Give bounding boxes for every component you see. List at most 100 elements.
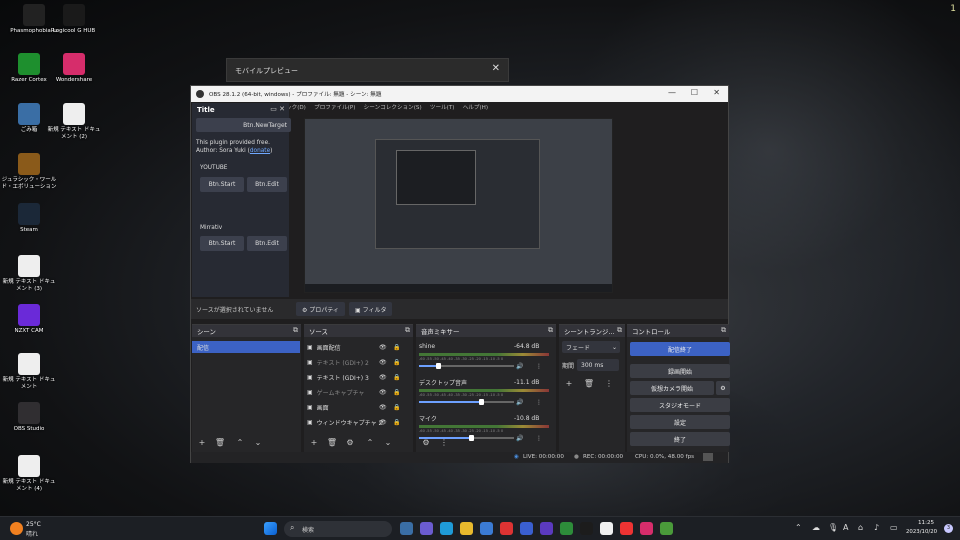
trash-icon[interactable]: 🗑	[583, 377, 595, 389]
eye-icon[interactable]: 👁	[379, 344, 387, 351]
tiktok-icon[interactable]	[640, 522, 653, 535]
move-up-icon[interactable]: ⌃	[364, 436, 376, 448]
menu-dots-icon[interactable]: ⋮	[536, 396, 542, 408]
chrome-icon[interactable]	[660, 522, 673, 535]
desktop-icon[interactable]: 新規 テキスト ドキュメント (3)	[0, 255, 58, 293]
desktop-icon[interactable]: 新規 テキスト ドキュメント (2)	[45, 103, 103, 141]
menu-dots-icon[interactable]: ⋮	[603, 377, 615, 389]
mirrativ-start-button[interactable]: Btn.Start	[200, 236, 244, 251]
move-down-icon[interactable]: ⌄	[252, 436, 264, 448]
maximize-icon[interactable]: ☐	[691, 88, 698, 97]
undock-icon[interactable]: ⧉	[293, 326, 298, 335]
trash-icon[interactable]: 🗑	[214, 436, 226, 448]
lock-icon[interactable]: 🔒	[393, 389, 400, 396]
add-icon[interactable]: +	[563, 377, 575, 389]
source-item[interactable]: ▣ ゲームキャプチャ 👁 🔒	[307, 386, 407, 398]
settings-button[interactable]: 設定	[630, 415, 730, 429]
move-down-icon[interactable]: ⌄	[382, 436, 394, 448]
obs-icon[interactable]	[580, 522, 593, 535]
vscode-icon[interactable]	[540, 522, 553, 535]
close-icon[interactable]: ✕	[713, 88, 720, 97]
mail-icon[interactable]	[480, 522, 493, 535]
start-virtual-camera-button[interactable]: 仮想カメラ開始	[630, 381, 714, 395]
youtube-edit-button[interactable]: Btn.Edit	[247, 177, 287, 192]
start-record-button[interactable]: 録画開始	[630, 364, 730, 378]
gear-icon[interactable]: ⚙	[716, 381, 730, 395]
speaker-icon[interactable]: 🔊	[516, 432, 523, 444]
weather-icon[interactable]	[10, 522, 23, 535]
add-icon[interactable]: +	[196, 436, 208, 448]
dock-float-icon[interactable]: ▭ ✕	[270, 105, 285, 113]
source-item[interactable]: ▣ 画面 👁 🔒	[307, 401, 407, 413]
title-bar[interactable]: OBS 28.1.2 (64-bit, windows) - プロファイル: 無…	[191, 86, 728, 102]
new-target-button[interactable]: Btn.NewTarget	[196, 118, 291, 132]
add-icon[interactable]: +	[308, 436, 320, 448]
exit-button[interactable]: 終了	[630, 432, 730, 446]
trash-icon[interactable]: 🗑	[326, 436, 338, 448]
volume-slider[interactable]	[419, 435, 514, 441]
eye-icon[interactable]: 👁	[379, 419, 387, 426]
source-item[interactable]: ▣ テキスト (GDI+) 3 👁 🔒	[307, 371, 407, 383]
network-icon[interactable]: ⌂	[858, 523, 863, 532]
minecraft-icon[interactable]	[560, 522, 573, 535]
store-icon[interactable]	[500, 522, 513, 535]
youtube-start-button[interactable]: Btn.Start	[200, 177, 244, 192]
eye-icon[interactable]: 👁	[379, 389, 387, 396]
lock-icon[interactable]: 🔒	[393, 359, 400, 366]
clock-time[interactable]: 11:25	[918, 520, 934, 526]
lock-icon[interactable]: 🔒	[393, 419, 400, 426]
volume-icon[interactable]: ♪	[874, 523, 879, 532]
desktop-icon[interactable]: Wondershare	[45, 53, 103, 84]
undock-icon[interactable]: ⧉	[617, 326, 622, 335]
menu-dots-icon[interactable]: ⋮	[536, 360, 542, 372]
menu-dots-icon[interactable]: ⋮	[438, 436, 450, 448]
lock-icon[interactable]: 🔒	[393, 374, 400, 381]
windows-start-icon[interactable]	[264, 522, 277, 535]
menu-dots-icon[interactable]: ⋮	[536, 432, 542, 444]
mobile-preview-window[interactable]: モバイルプレビュー ✕	[226, 58, 509, 82]
media-icon[interactable]	[520, 522, 533, 535]
mirrativ-edit-button[interactable]: Btn.Edit	[247, 236, 287, 251]
acrobat-icon[interactable]	[620, 522, 633, 535]
menu-tools[interactable]: ツール(T)	[430, 105, 455, 111]
desktop-icon[interactable]: Logicool G HUB	[45, 4, 103, 35]
gear-icon[interactable]: ⚙	[344, 436, 356, 448]
undock-icon[interactable]: ⧉	[721, 326, 726, 335]
transition-select[interactable]: フェード ⌄	[562, 341, 620, 353]
eye-icon[interactable]: 👁	[379, 404, 387, 411]
scene-item[interactable]: 配信	[192, 341, 300, 353]
source-item[interactable]: ▣ ウィンドウキャプチャ 2 👁 🔒	[307, 416, 407, 428]
speaker-icon[interactable]: 🔊	[516, 396, 523, 408]
desktop-icon[interactable]: 新規 テキスト ドキュメント (4)	[0, 455, 58, 493]
preview-canvas[interactable]	[304, 118, 613, 293]
file-manager-icon[interactable]	[400, 522, 413, 535]
lock-icon[interactable]: 🔒	[393, 344, 400, 351]
mixer-settings-icon[interactable]: ⚙	[420, 436, 432, 448]
desktop-icon[interactable]: Steam	[0, 203, 58, 234]
menu-help[interactable]: ヘルプ(H)	[463, 105, 488, 111]
move-up-icon[interactable]: ⌃	[234, 436, 246, 448]
lock-icon[interactable]: 🔒	[393, 404, 400, 411]
volume-slider[interactable]	[419, 363, 514, 369]
properties-button[interactable]: ⚙ プロパティ	[296, 302, 345, 316]
speaker-icon[interactable]: 🔊	[516, 360, 523, 372]
chevron-up-icon[interactable]: ⌃	[795, 523, 802, 532]
studio-mode-button[interactable]: スタジオモード	[630, 398, 730, 412]
close-icon[interactable]: ✕	[492, 63, 500, 74]
ghub-icon[interactable]	[600, 522, 613, 535]
desktop-icon[interactable]: OBS Studio	[0, 402, 58, 433]
menu-scene-collection[interactable]: シーンコレクション(S)	[364, 105, 422, 111]
undock-icon[interactable]: ⧉	[548, 326, 553, 335]
source-item[interactable]: ▣ テキスト (GDI+) 2 👁 🔒	[307, 356, 407, 368]
desktop-icon[interactable]: ジュラシック・ワールド・エボリューション	[0, 153, 58, 191]
resize-grip-icon[interactable]	[703, 453, 713, 461]
undock-icon[interactable]: ⧉	[405, 326, 410, 335]
chat-icon[interactable]	[420, 522, 433, 535]
cloud-icon[interactable]: ☁	[812, 523, 820, 532]
ime-indicator[interactable]: A	[843, 523, 848, 532]
source-item[interactable]: ▣ 画面配信 👁 🔒	[307, 341, 407, 353]
menu-profile[interactable]: プロファイル(P)	[314, 105, 355, 111]
desktop-icon[interactable]: NZXT CAM	[0, 304, 58, 335]
battery-icon[interactable]: ▭	[890, 523, 898, 532]
desktop-icon[interactable]: 新規 テキスト ドキュメント	[0, 353, 58, 391]
